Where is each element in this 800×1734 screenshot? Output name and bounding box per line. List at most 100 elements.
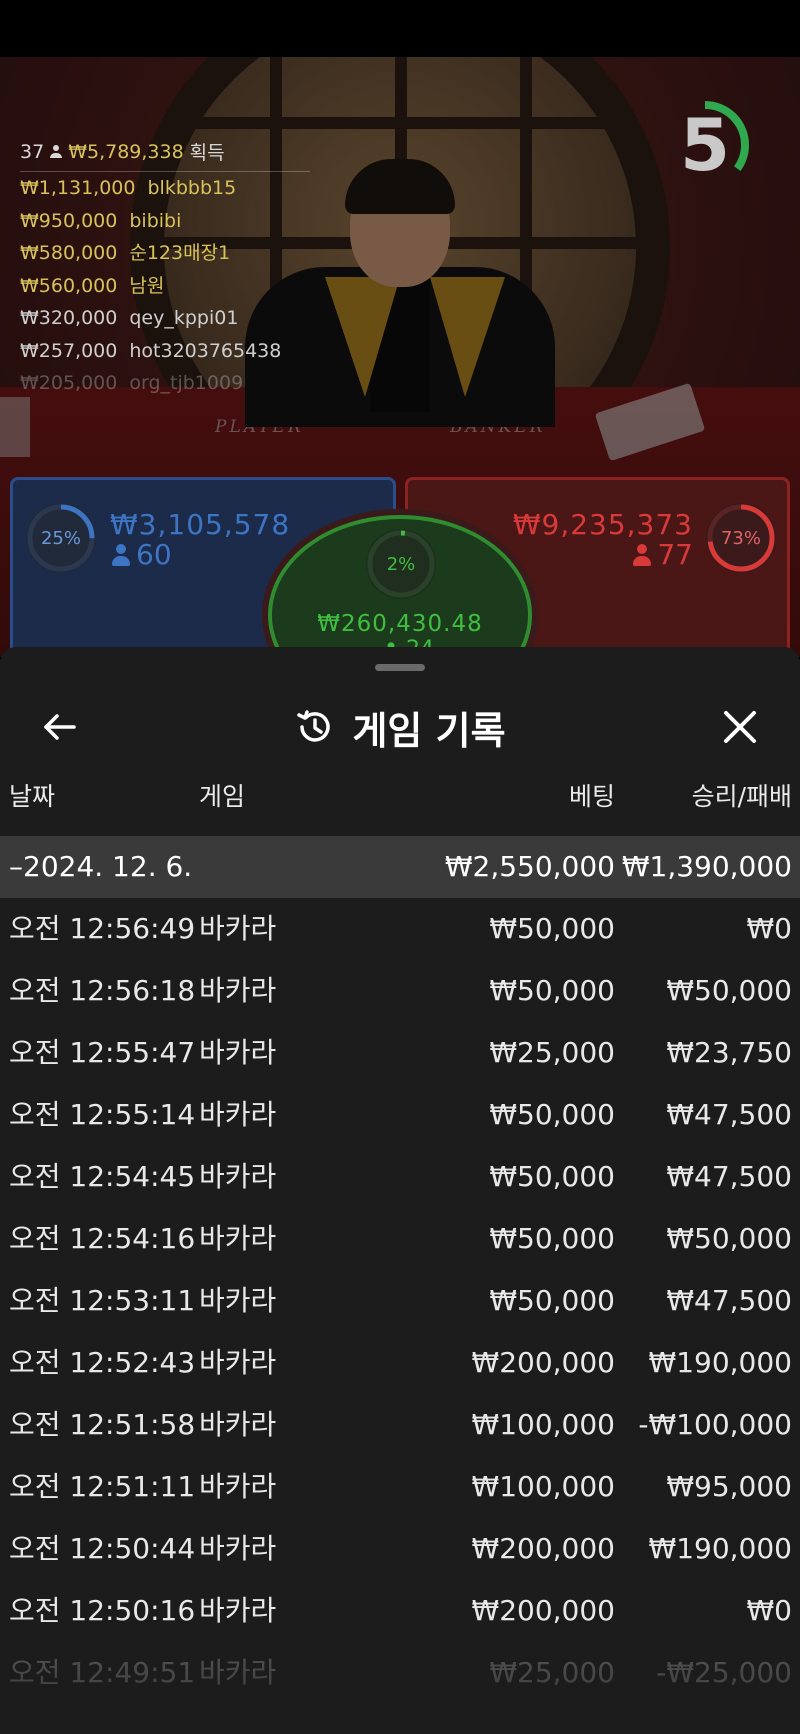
- row-time: 오전 12:52:43: [9, 1346, 196, 1379]
- history-row[interactable]: 오전 12:50:16 바카라 ₩200,000 ₩0: [0, 1580, 800, 1642]
- sheet-drag-handle[interactable]: [375, 664, 425, 671]
- winner-amount: ₩560,000: [20, 274, 118, 297]
- history-row[interactable]: 오전 12:52:43 바카라 ₩200,000 ₩190,000: [0, 1332, 800, 1394]
- row-bet: ₩50,000: [489, 1160, 615, 1193]
- close-icon: [724, 711, 756, 743]
- row-bet: ₩25,000: [489, 1036, 615, 1069]
- row-result: ₩0: [746, 1594, 793, 1627]
- row-bet: ₩50,000: [489, 974, 615, 1007]
- person-icon: [50, 144, 63, 159]
- player-count-value: 60: [136, 538, 172, 571]
- row-result: ₩47,500: [666, 1098, 792, 1131]
- card-shoe: [594, 382, 706, 462]
- column-header-result[interactable]: 승리/패배: [692, 777, 792, 813]
- window-bar: [170, 117, 630, 129]
- row-game: 바카라: [199, 974, 277, 1007]
- row-result: ₩23,750: [666, 1036, 792, 1069]
- history-row[interactable]: 오전 12:51:58 바카라 ₩100,000 -₩100,000: [0, 1394, 800, 1456]
- row-bet: ₩25,000: [489, 1656, 615, 1689]
- leaderboard-row: ₩950,000 bibibi: [20, 205, 310, 238]
- person-icon: [633, 543, 652, 566]
- row-time: 오전 12:55:47: [9, 1036, 196, 1069]
- winner-username: bibibi: [129, 209, 182, 232]
- sheet-title: 게임 기록: [0, 687, 800, 767]
- row-time: 오전 12:49:51: [9, 1656, 196, 1689]
- winners-leaderboard: 37 ₩5,789,338 획득 ₩1,131,000 blkbbb15 ₩950,…: [20, 138, 310, 400]
- row-time: 오전 12:56:49: [9, 912, 196, 945]
- date-group-result-total: ₩1,390,000: [621, 850, 792, 883]
- winner-amount: ₩950,000: [20, 209, 118, 232]
- close-button[interactable]: [710, 697, 770, 757]
- row-game: 바카라: [199, 1036, 277, 1069]
- column-header-date[interactable]: 날짜: [9, 777, 55, 813]
- row-bet: ₩100,000: [471, 1470, 615, 1503]
- history-row[interactable]: 오전 12:55:14 바카라 ₩50,000 ₩47,500: [0, 1084, 800, 1146]
- row-bet: ₩100,000: [471, 1408, 615, 1441]
- row-game: 바카라: [199, 1408, 277, 1441]
- window-bar: [395, 57, 407, 477]
- winner-amount: ₩580,000: [20, 242, 118, 264]
- banker-percent: 73%: [720, 527, 761, 549]
- viewer-count: 37: [20, 140, 45, 163]
- winner-username: 남원: [129, 274, 165, 297]
- date-group-label: –2024. 12. 6.: [9, 850, 193, 883]
- history-list: 오전 12:56:49 바카라 ₩50,000 ₩0 오전 12:56:18 바카라 ₩50…: [0, 898, 800, 1704]
- history-row[interactable]: 오전 12:54:16 바카라 ₩50,000 ₩50,000: [0, 1208, 800, 1270]
- winner-username: qey_kppi01: [129, 307, 239, 329]
- row-time: 오전 12:54:16: [9, 1222, 196, 1255]
- leaderboard-row: ₩1,131,000 blkbbb15: [20, 172, 310, 205]
- leaderboard-row: ₩205,000 org_tjb1009: [20, 367, 310, 400]
- history-row[interactable]: 오전 12:56:49 바카라 ₩50,000 ₩0: [0, 898, 800, 960]
- history-icon: [297, 710, 331, 742]
- history-row[interactable]: 오전 12:50:44 바카라 ₩200,000 ₩190,000: [0, 1518, 800, 1580]
- table-label-player: PLAYER: [215, 417, 304, 437]
- row-game: 바카라: [199, 1098, 277, 1131]
- leaderboard-row: ₩257,000 hot3203765438: [20, 335, 310, 368]
- card-box: [0, 397, 30, 457]
- row-time: 오전 12:51:58: [9, 1408, 196, 1441]
- history-row[interactable]: 오전 12:51:11 바카라 ₩100,000 ₩95,000: [0, 1456, 800, 1518]
- row-bet: ₩50,000: [489, 1284, 615, 1317]
- tie-percent: 2%: [386, 553, 416, 575]
- history-row[interactable]: 오전 12:49:51 바카라 ₩25,000 -₩25,000: [0, 1642, 800, 1704]
- row-result: ₩47,500: [666, 1284, 792, 1317]
- row-result: ₩47,500: [666, 1160, 792, 1193]
- column-header-game[interactable]: 게임: [199, 777, 245, 813]
- game-history-sheet: 게임 기록 날짜 게임 베팅 승리/패배 –2024. 12. 6. ₩2,55…: [0, 647, 800, 1734]
- leaderboard-header: 37 ₩5,789,338 획득: [20, 138, 310, 172]
- history-row[interactable]: 오전 12:55:47 바카라 ₩25,000 ₩23,750: [0, 1022, 800, 1084]
- winner-amount: ₩320,000: [20, 307, 118, 329]
- status-bar: [0, 0, 800, 57]
- row-time: 오전 12:55:14: [9, 1098, 196, 1131]
- tie-percent-ring: 2%: [366, 529, 436, 599]
- date-group-bet-total: ₩2,550,000: [444, 850, 615, 883]
- history-row[interactable]: 오전 12:56:18 바카라 ₩50,000 ₩50,000: [0, 960, 800, 1022]
- person-icon: [112, 543, 130, 566]
- row-result: ₩0: [746, 912, 793, 945]
- winner-amount: ₩257,000: [20, 339, 118, 362]
- row-time: 오전 12:53:11: [9, 1284, 196, 1317]
- winner-username: org_tjb1009: [129, 372, 244, 394]
- row-game: 바카라: [199, 1346, 277, 1379]
- history-row[interactable]: 오전 12:54:45 바카라 ₩50,000 ₩47,500: [0, 1146, 800, 1208]
- row-result: ₩50,000: [666, 974, 792, 1007]
- row-game: 바카라: [199, 912, 277, 945]
- window-bar: [520, 57, 532, 477]
- row-bet: ₩50,000: [489, 1222, 615, 1255]
- row-game: 바카라: [199, 1284, 277, 1317]
- date-group-row[interactable]: –2024. 12. 6. ₩2,550,000 ₩1,390,000: [0, 836, 800, 898]
- row-game: 바카라: [199, 1656, 277, 1689]
- table-header: 날짜 게임 베팅 승리/패배: [0, 777, 800, 827]
- banker-bet-amount: ₩9,235,373: [512, 508, 693, 541]
- leaderboard-row: ₩580,000 순123매장1: [20, 237, 310, 270]
- sheet-header: 게임 기록: [0, 687, 800, 767]
- winner-amount: ₩205,000: [20, 372, 118, 394]
- column-header-bet[interactable]: 베팅: [569, 777, 615, 813]
- countdown-value: 5: [679, 103, 731, 187]
- history-row[interactable]: 오전 12:53:11 바카라 ₩50,000 ₩47,500: [0, 1270, 800, 1332]
- winner-username: blkbbb15: [147, 177, 237, 199]
- row-time: 오전 12:50:44: [9, 1532, 196, 1565]
- sheet-title-text: 게임 기록: [352, 708, 506, 753]
- row-result: ₩95,000: [666, 1470, 792, 1503]
- row-result: ₩190,000: [648, 1346, 792, 1379]
